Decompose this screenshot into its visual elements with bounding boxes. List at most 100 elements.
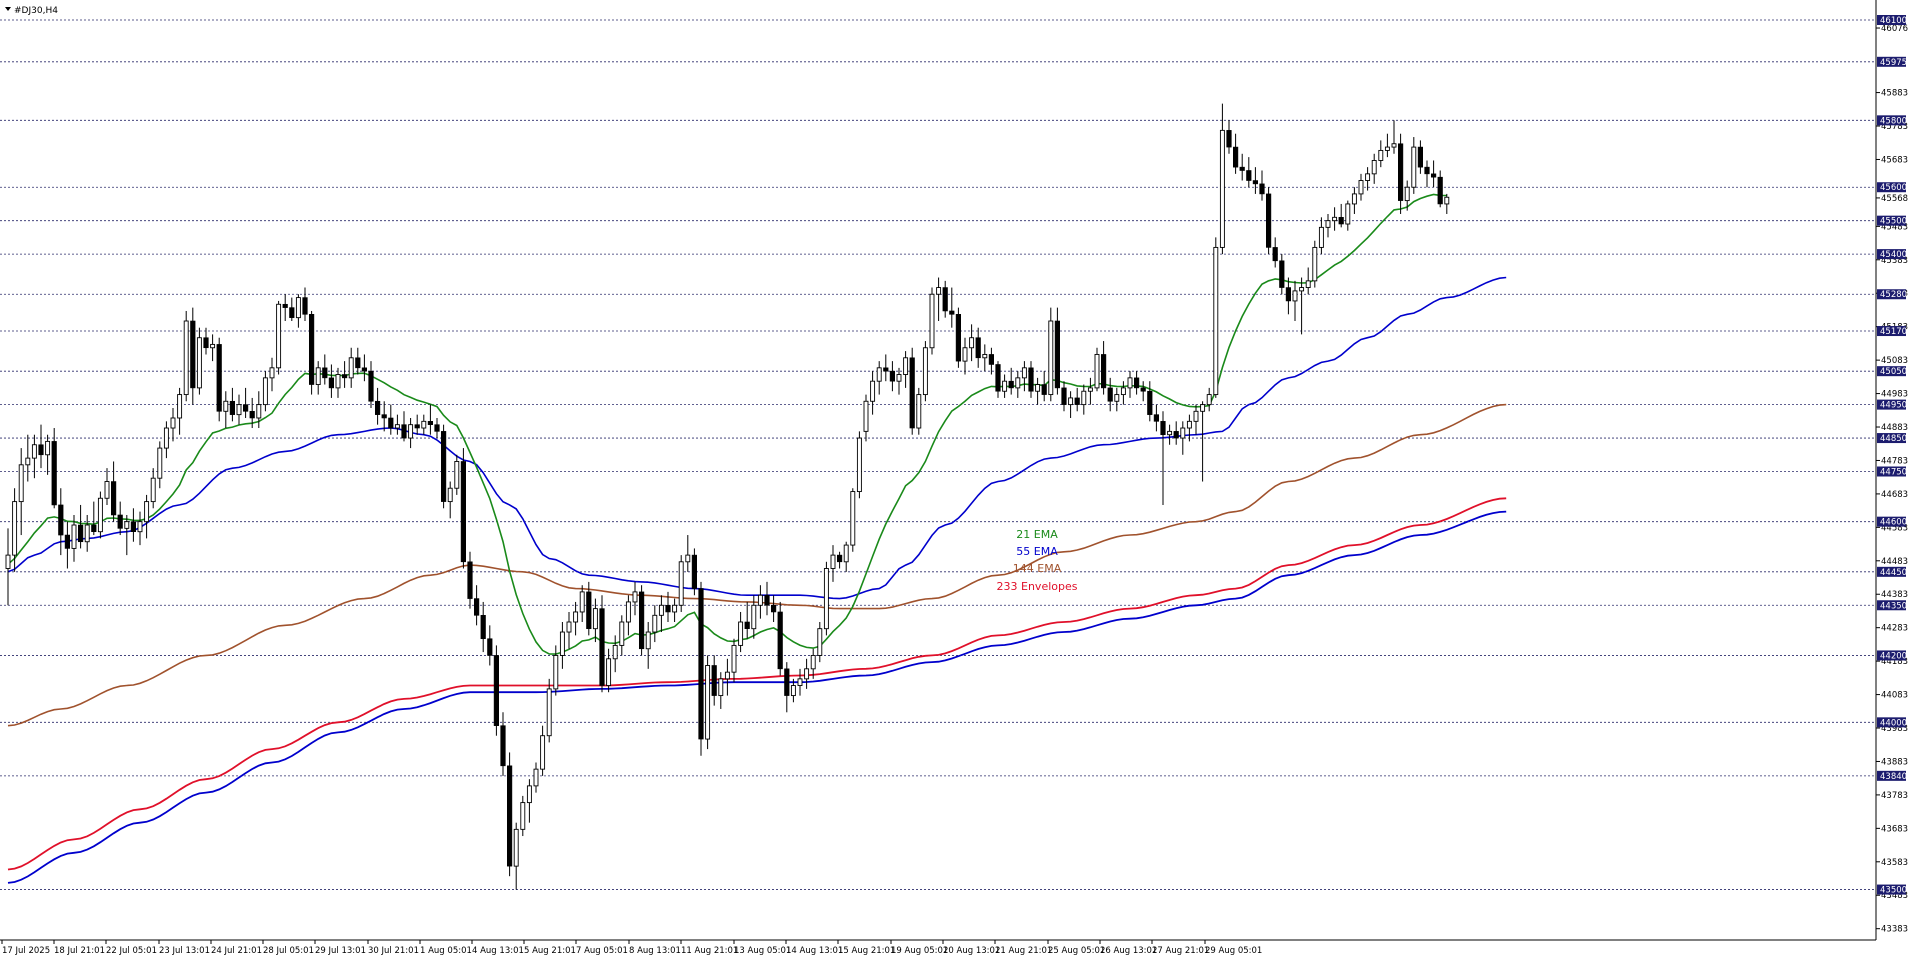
candle-body-bull — [25, 457, 31, 466]
price-tag-label: 44200 — [1880, 651, 1907, 661]
candle-body-bull — [804, 668, 810, 680]
candle-body-bull — [1332, 216, 1338, 222]
candle-body-bull — [1120, 387, 1126, 396]
candle-body-bull — [929, 293, 935, 349]
candle-body-bull — [856, 437, 862, 493]
candle-body-bear — [1173, 431, 1179, 439]
candle-body-bear — [1160, 421, 1166, 436]
price-tick-label: 43583 — [1881, 858, 1908, 868]
candle-body-bear — [1437, 176, 1443, 205]
candle-body-bear — [1074, 397, 1080, 405]
candle-body-bull — [1114, 394, 1120, 402]
price-chart[interactable]: 21 EMA55 EMA144 EMA233 Envelopes 4607645… — [0, 0, 1916, 963]
candle-body-bear — [506, 765, 513, 867]
candle-body-bear — [995, 364, 1001, 392]
candle-body-bear — [1246, 170, 1252, 181]
candle-body-bull — [1312, 246, 1318, 282]
candle-body-bear — [975, 337, 981, 359]
candle-body-bull — [830, 554, 836, 569]
price-tag-label: 44750 — [1880, 468, 1907, 478]
candle-body-bull — [625, 601, 631, 623]
candle-body-bull — [579, 591, 585, 613]
candle-body-bear — [434, 424, 440, 432]
candle-body-bull — [12, 501, 18, 556]
time-tick-label: 8 Aug 13:01 — [629, 946, 681, 956]
candle-body-bear — [111, 481, 117, 516]
candle-body-bull — [645, 631, 651, 650]
candle-body-bear — [64, 534, 70, 549]
candle-body-bull — [137, 521, 143, 533]
price-tag-label: 44000 — [1880, 718, 1907, 728]
time-tick-label: 21 Aug 21:01 — [995, 946, 1052, 956]
candle-body-bull — [962, 347, 968, 362]
candle-body-bull — [810, 654, 816, 670]
candle-body-bull — [619, 621, 625, 646]
price-tag-label: 45400 — [1880, 250, 1907, 260]
candle-body-bear — [1338, 217, 1344, 225]
price-tick-label: 45883 — [1881, 89, 1908, 99]
symbol-label: #DJ30,H4 — [14, 6, 58, 16]
candle-body-bear — [1147, 390, 1153, 415]
time-tick-label: 20 Aug 13:01 — [943, 946, 1000, 956]
candle-body-bear — [308, 314, 315, 385]
candle-body-bull — [421, 420, 427, 429]
candle-body-bear — [777, 611, 783, 670]
candle-body-bull — [1200, 404, 1206, 412]
legend-item: 55 EMA — [1016, 545, 1058, 558]
candle-body-bull — [724, 671, 730, 680]
time-tick-label: 13 Aug 05:01 — [734, 946, 791, 956]
candle-body-bear — [368, 370, 374, 402]
candle-body-bull — [672, 604, 678, 613]
candle-body-bull — [573, 611, 579, 623]
candle-body-bull — [18, 464, 24, 503]
candle-body-bull — [269, 367, 275, 379]
candle-body-bull — [1351, 193, 1357, 205]
candle-body-bear — [289, 307, 295, 318]
candle-body-bull — [124, 521, 130, 529]
candle-body-bear — [38, 444, 44, 456]
candle-body-bear — [467, 561, 473, 599]
candle-body-bear — [883, 367, 889, 372]
candle-body-bull — [982, 353, 988, 359]
candle-body-bull — [262, 377, 268, 406]
candle-body-bear — [322, 367, 328, 379]
candle-body-bull — [678, 561, 684, 606]
candle-body-bull — [546, 688, 552, 737]
candle-body-bull — [896, 374, 902, 382]
candle-body-bull — [1404, 186, 1410, 202]
time-tick-label: 28 Jul 05:01 — [263, 946, 314, 956]
candle-body-bull — [1299, 287, 1305, 292]
price-tag-label: 44600 — [1880, 518, 1907, 528]
candle-body-bear — [1153, 414, 1159, 422]
candle-body-bear — [744, 621, 750, 629]
candle-body-bull — [738, 621, 744, 646]
price-tag-label: 44450 — [1880, 568, 1907, 578]
candle-body-bull — [513, 828, 519, 867]
candle-body-bull — [1180, 427, 1186, 439]
candle-body-bear — [500, 725, 506, 767]
candle-body-bull — [863, 400, 869, 432]
candle-body-bull — [566, 621, 572, 633]
candle-body-bear — [1061, 387, 1067, 405]
candle-body-bear — [487, 638, 493, 656]
time-tick-label: 11 Aug 21:01 — [681, 946, 738, 956]
price-tag-label: 45500 — [1880, 217, 1907, 227]
candle-body-bear — [988, 354, 994, 365]
candle-body-bear — [665, 604, 671, 613]
price-tick-label: 44983 — [1881, 390, 1908, 400]
time-tick-label: 18 Jul 21:01 — [54, 946, 105, 956]
candle-body-bull — [71, 524, 77, 549]
candle-body-bear — [691, 554, 697, 589]
price-tag-label: 43840 — [1880, 772, 1907, 782]
candle-body-bull — [1384, 146, 1390, 151]
candle-body-bear — [78, 524, 84, 543]
candle-body-bull — [45, 440, 51, 456]
candle-body-bull — [718, 678, 724, 697]
candle-body-bull — [969, 337, 975, 349]
candle-body-bear — [1134, 377, 1140, 389]
candle-body-bear — [1239, 166, 1245, 171]
candle-body-bull — [1345, 203, 1351, 225]
candle-body-bull — [1371, 160, 1377, 175]
candle-body-bear — [1028, 367, 1034, 392]
price-tag-label: 45600 — [1880, 183, 1907, 193]
